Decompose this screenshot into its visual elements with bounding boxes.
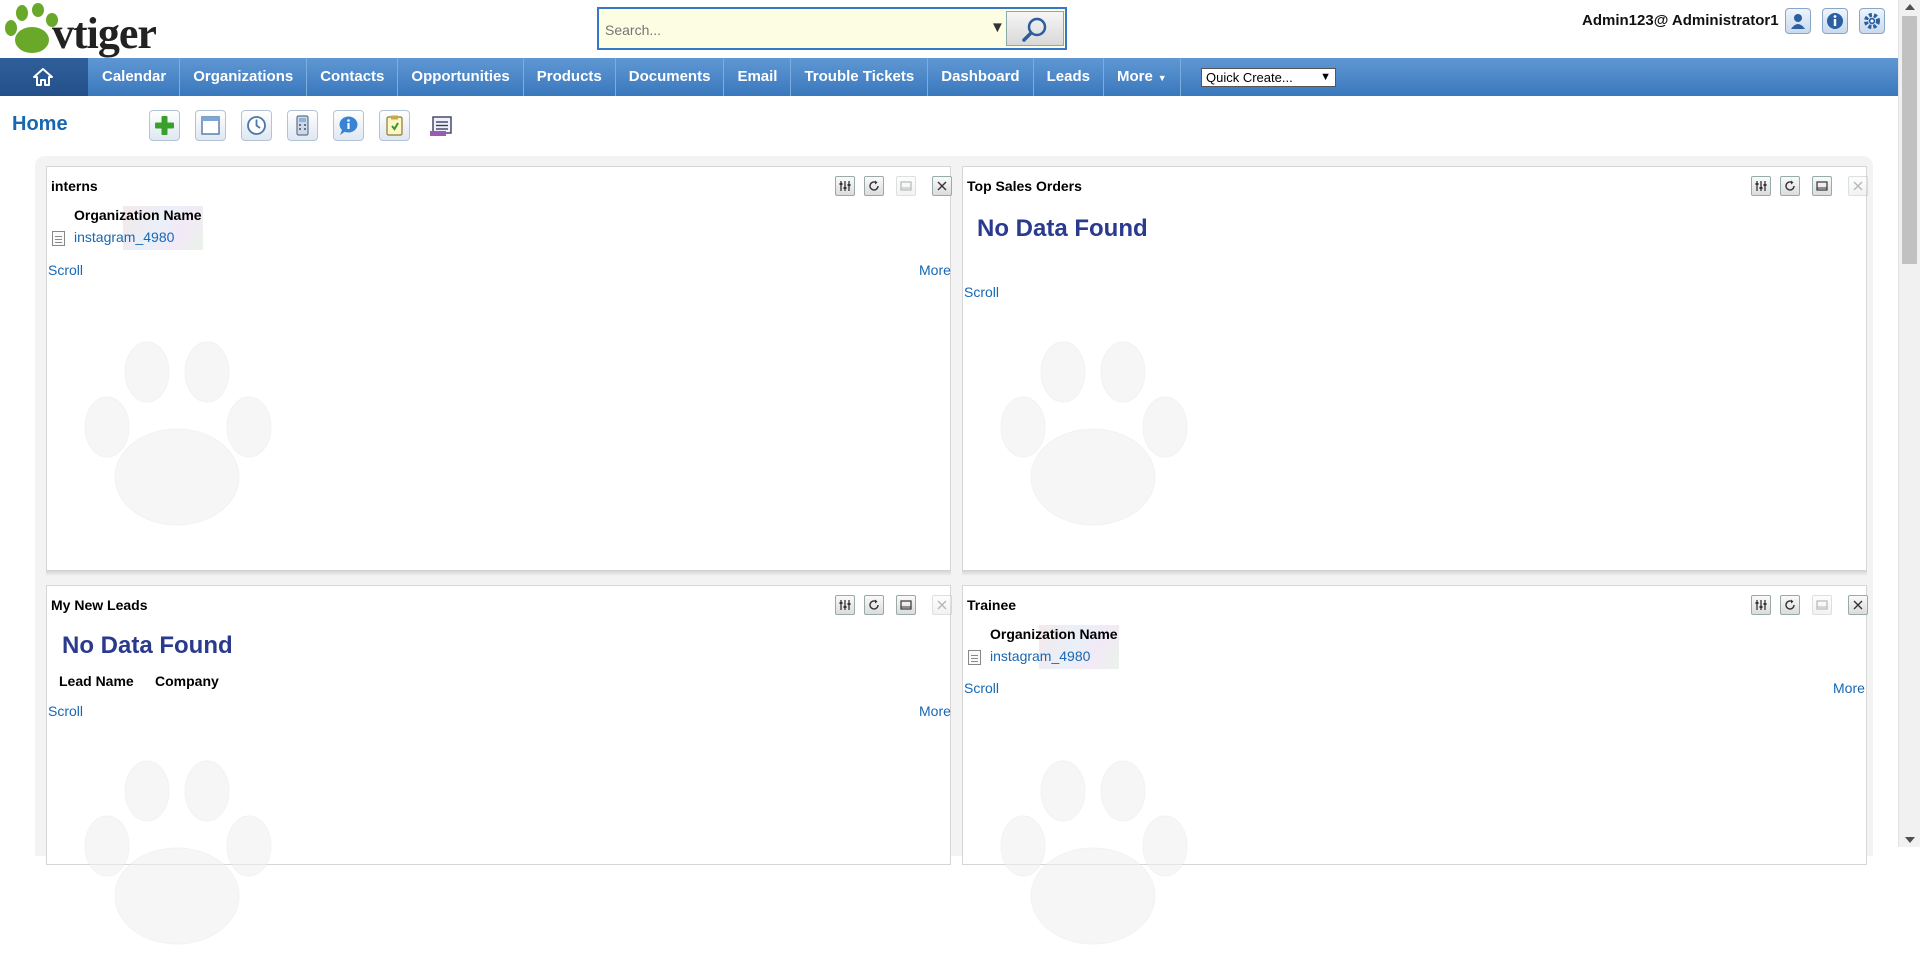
- scroll-down-arrow-icon[interactable]: [1905, 837, 1915, 843]
- nav-item-calendar[interactable]: Calendar: [89, 58, 181, 96]
- chat-info-icon[interactable]: [333, 110, 364, 141]
- scroll-link[interactable]: Scroll: [964, 680, 999, 696]
- widget-title: Trainee: [967, 597, 1017, 613]
- scroll-up-arrow-icon[interactable]: [1905, 4, 1915, 10]
- widget-close-icon[interactable]: [1848, 595, 1868, 615]
- widget-refresh-icon[interactable]: [1780, 176, 1800, 196]
- clipboard-icon[interactable]: [379, 110, 410, 141]
- search-button[interactable]: [1006, 11, 1064, 46]
- no-data-message: No Data Found: [62, 632, 233, 659]
- widget-toolbar: [826, 595, 952, 615]
- column-header-lead-name: Lead Name: [59, 673, 134, 689]
- search-box: ▼: [597, 7, 1067, 50]
- widget-refresh-icon[interactable]: [864, 595, 884, 615]
- info-icon[interactable]: [1822, 8, 1848, 34]
- header: vtiger ▼ Admin123@ Administrator1: [0, 0, 1898, 58]
- scrollbar-thumb[interactable]: [1902, 16, 1917, 264]
- document-icon: [968, 650, 981, 665]
- widget-maximize-icon[interactable]: [1812, 176, 1832, 196]
- widget-close-icon[interactable]: [932, 176, 952, 196]
- nav-item-leads[interactable]: Leads: [1034, 58, 1104, 96]
- nav-item-opportunities[interactable]: Opportunities: [398, 58, 524, 96]
- nav-item-email[interactable]: Email: [724, 58, 792, 96]
- widget-refresh-icon[interactable]: [1780, 595, 1800, 615]
- no-data-message: No Data Found: [977, 215, 1148, 242]
- widget-shadow: [962, 570, 1867, 576]
- chevron-down-icon: ▼: [1157, 73, 1167, 83]
- widget-settings-icon[interactable]: [835, 595, 855, 615]
- search-dropdown-icon[interactable]: ▼: [990, 19, 1005, 36]
- nav-items: Calendar Organizations Contacts Opportun…: [89, 58, 1181, 96]
- nav-item-contacts[interactable]: Contacts: [307, 58, 399, 96]
- widget-refresh-icon[interactable]: [864, 176, 884, 196]
- widget-toolbar: [1742, 176, 1868, 196]
- logo-text: vtiger: [52, 9, 157, 58]
- widget-toolbar: [1742, 595, 1868, 615]
- widget-close-icon[interactable]: [932, 595, 952, 615]
- column-header-organization-name: Organization Name: [74, 207, 202, 223]
- main-nav: Calendar Organizations Contacts Opportun…: [0, 58, 1898, 96]
- widget-title: My New Leads: [51, 597, 148, 613]
- widget-close-icon[interactable]: [1848, 176, 1868, 196]
- more-link[interactable]: More: [1833, 680, 1865, 696]
- widget-top-sales-orders: Top Sales Orders No Data Found Scroll: [962, 166, 1868, 571]
- paw-watermark-icon: [1000, 760, 1188, 945]
- vtiger-logo[interactable]: vtiger: [2, 2, 207, 58]
- paw-watermark-icon: [1000, 341, 1188, 526]
- nav-item-trouble-tickets[interactable]: Trouble Tickets: [791, 58, 929, 96]
- window-layout-icon[interactable]: [195, 110, 226, 141]
- widget-title: Top Sales Orders: [967, 178, 1082, 194]
- notes-list-icon[interactable]: [425, 110, 456, 141]
- scroll-link[interactable]: Scroll: [48, 703, 83, 719]
- widget-trainee: Trainee Organization Name instagram_4980…: [962, 585, 1868, 945]
- quick-create-select[interactable]: Quick Create... ▼: [1201, 68, 1336, 87]
- user-label[interactable]: Admin123@ Administrator1: [1582, 12, 1779, 29]
- settings-gear-icon[interactable]: [1859, 8, 1885, 34]
- user-profile-icon[interactable]: [1785, 8, 1811, 34]
- nav-item-organizations[interactable]: Organizations: [180, 58, 308, 96]
- widget-my-new-leads: My New Leads No Data Found Lead Name Com…: [46, 585, 952, 945]
- organization-link[interactable]: instagram_4980: [990, 648, 1090, 664]
- page-title: Home: [12, 113, 68, 135]
- search-input[interactable]: [603, 15, 997, 44]
- nav-more-label: More: [1116, 68, 1153, 85]
- paw-watermark-icon: [84, 341, 272, 526]
- organization-link[interactable]: instagram_4980: [74, 229, 174, 245]
- nav-item-documents[interactable]: Documents: [616, 58, 725, 96]
- page-scrollbar[interactable]: [1898, 0, 1920, 847]
- more-link[interactable]: More: [919, 262, 951, 278]
- nav-item-products[interactable]: Products: [524, 58, 616, 96]
- document-icon: [52, 231, 65, 246]
- scroll-link[interactable]: Scroll: [964, 284, 999, 300]
- widget-maximize-icon[interactable]: [896, 595, 916, 615]
- widget-settings-icon[interactable]: [1751, 176, 1771, 196]
- calculator-icon[interactable]: [287, 110, 318, 141]
- widget-shadow: [46, 570, 951, 576]
- clock-icon[interactable]: [241, 110, 272, 141]
- home-icon: [33, 68, 53, 86]
- widget-settings-icon[interactable]: [835, 176, 855, 196]
- widget-interns: interns Organization Name instagram_4980…: [46, 166, 952, 571]
- widget-toolbar: [826, 176, 952, 196]
- quick-create-value: Quick Create...: [1206, 70, 1293, 85]
- widget-maximize-icon[interactable]: [896, 176, 916, 196]
- column-header-company: Company: [155, 673, 219, 689]
- column-header-organization-name: Organization Name: [990, 626, 1118, 642]
- widget-settings-icon[interactable]: [1751, 595, 1771, 615]
- nav-item-dashboard[interactable]: Dashboard: [928, 58, 1034, 96]
- home-button[interactable]: [0, 58, 88, 96]
- widget-title: interns: [51, 178, 98, 194]
- widget-maximize-icon[interactable]: [1812, 595, 1832, 615]
- scroll-link[interactable]: Scroll: [48, 262, 83, 278]
- paw-watermark-icon: [84, 760, 272, 945]
- more-link[interactable]: More: [919, 703, 951, 719]
- nav-item-more[interactable]: More ▼: [1104, 58, 1181, 96]
- search-icon: [1022, 17, 1047, 42]
- chevron-down-icon: ▼: [1320, 71, 1331, 83]
- add-widget-icon[interactable]: [149, 110, 180, 141]
